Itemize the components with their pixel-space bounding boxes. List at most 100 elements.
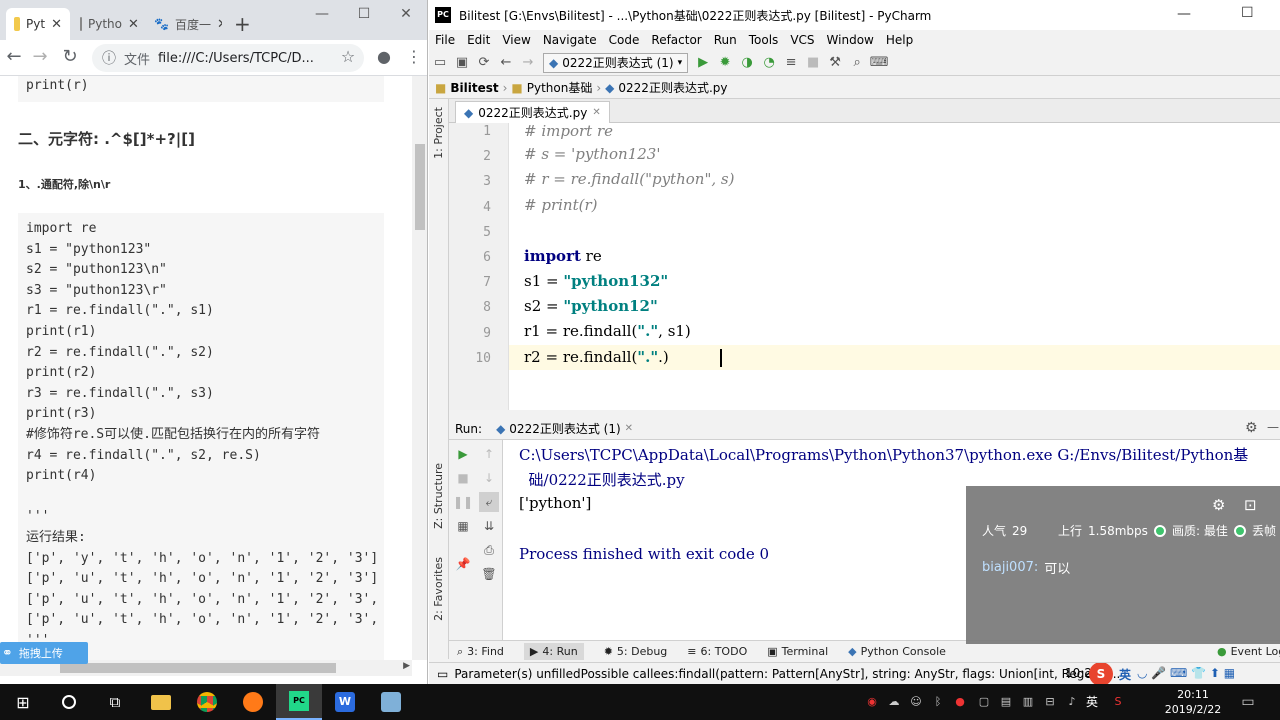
debug-icon[interactable]: ✹ — [714, 52, 736, 74]
wps-button[interactable]: W — [322, 684, 368, 720]
info-icon[interactable]: ⓘ — [102, 48, 116, 68]
soft-wrap-icon[interactable]: ⤶ — [479, 492, 499, 512]
scroll-thumb[interactable] — [415, 144, 425, 230]
search-button[interactable] — [46, 684, 92, 720]
back-icon[interactable]: ← — [495, 52, 517, 74]
save-icon[interactable]: ▣ — [451, 52, 473, 74]
gear-icon[interactable]: ⚙ — [1212, 496, 1225, 514]
caret-position[interactable]: 10:2 — [1065, 666, 1092, 680]
menu-run[interactable]: Run — [708, 30, 743, 50]
menu-code[interactable]: Code — [603, 30, 646, 50]
minimize-button[interactable]: — — [1177, 6, 1191, 22]
hide-panel-icon[interactable]: — — [1267, 420, 1279, 434]
system-clock[interactable]: 20:11 2019/2/22 — [1158, 684, 1228, 720]
maximize-button[interactable]: ☐ — [344, 6, 384, 22]
ime-tool-icons[interactable]: ◡ 🎤 ⌨ 👕 ⬆ ▦ — [1137, 666, 1235, 680]
menu-window[interactable]: Window — [821, 30, 880, 50]
weibo-icon[interactable]: ◉ — [864, 694, 880, 710]
browser-tab[interactable]: Pytho ✕ — [72, 8, 144, 40]
menu-tools[interactable]: Tools — [743, 30, 785, 50]
python-console-tab[interactable]: ◆ Python Console — [848, 645, 946, 658]
menu-help[interactable]: Help — [880, 30, 919, 50]
task-view-button[interactable]: ⧉ — [92, 684, 138, 720]
file-explorer-button[interactable] — [138, 684, 184, 720]
ime-mode[interactable]: 英 — [1119, 666, 1131, 683]
minimize-button[interactable]: — — [302, 6, 342, 22]
run-icon[interactable]: ▶ — [692, 52, 714, 74]
back-icon[interactable]: ← — [4, 48, 24, 68]
browser-tab-active[interactable]: Pyt ✕ — [6, 8, 70, 40]
run-tab[interactable]: ◆ 0222正则表达式 (1) ✕ — [490, 420, 639, 437]
ime-indicator[interactable]: 英 — [1084, 694, 1100, 710]
editor-file-tab[interactable]: ◆ 0222正则表达式.py ✕ — [455, 101, 610, 123]
close-tab-icon[interactable]: ✕ — [625, 423, 633, 434]
sogou-tray-icon[interactable]: S — [1110, 694, 1126, 710]
vertical-scrollbar[interactable] — [412, 76, 427, 660]
sogou-ime-icon[interactable]: S — [1089, 663, 1113, 684]
structure-panel-tab[interactable]: Z: Structure — [432, 463, 445, 529]
forward-icon[interactable]: → — [30, 48, 50, 68]
find-tab[interactable]: ⌕ 3: Find — [457, 645, 504, 659]
network-icon[interactable]: ⊟ — [1042, 694, 1058, 710]
event-log-tab[interactable]: ● Event Log — [1217, 645, 1280, 658]
pause-icon[interactable]: ❚❚ — [453, 492, 473, 512]
menu-view[interactable]: View — [496, 30, 536, 50]
gear-icon[interactable]: ⚙ — [1245, 420, 1258, 436]
settings-wrench-icon[interactable]: ⚒ — [824, 52, 846, 74]
people-icon[interactable]: ☺ — [908, 694, 924, 710]
run-tab[interactable]: ▶ 4: Run — [523, 643, 584, 660]
tray-app-icon[interactable]: ▤ — [998, 694, 1014, 710]
address-bar[interactable]: ⓘ 文件 file:///C:/Users/TCPC/D... — [92, 44, 364, 72]
menu-icon[interactable]: ⋮ — [404, 48, 424, 68]
layout-icon[interactable]: ▦ — [453, 516, 473, 536]
search-icon[interactable]: ⌕ — [846, 52, 868, 74]
scroll-down-icon[interactable]: ↓ — [479, 468, 499, 488]
pin-icon[interactable]: 📌 — [453, 554, 473, 574]
stop-icon[interactable]: ■ — [802, 52, 824, 74]
close-tab-icon[interactable]: ✕ — [128, 17, 139, 32]
url-text[interactable]: file:///C:/Users/TCPC/D... — [158, 51, 314, 66]
favorites-panel-tab[interactable]: 2: Favorites — [432, 557, 445, 621]
close-tab-icon[interactable]: ✕ — [51, 17, 62, 32]
rerun-icon[interactable]: ▶ — [453, 444, 473, 464]
notification-icon[interactable]: ▭ — [1240, 694, 1256, 710]
open-folder-icon[interactable]: ▭ — [429, 52, 451, 74]
translate-icon[interactable]: ⌨ — [868, 52, 890, 74]
cloud-icon[interactable]: ☁ — [886, 694, 902, 710]
scroll-up-icon[interactable]: ↑ — [479, 444, 499, 464]
new-tab-button[interactable]: + — [226, 8, 254, 40]
scroll-to-end-icon[interactable]: ⇊ — [479, 516, 499, 536]
drag-upload-button[interactable]: ⚭ 拖拽上传 — [0, 642, 88, 664]
print-icon[interactable]: ⎙ — [479, 540, 499, 560]
browser-tab[interactable]: 🐾 百度一 ✕ — [146, 8, 222, 40]
forward-icon[interactable]: → — [517, 52, 539, 74]
menu-navigate[interactable]: Navigate — [537, 30, 603, 50]
run-config-selector[interactable]: ◆ 0222正则表达式 (1) ▾ — [543, 52, 689, 73]
scroll-right-icon[interactable]: ▶ — [403, 661, 410, 671]
concurrency-icon[interactable]: ≡ — [780, 52, 802, 74]
trash-icon[interactable]: 🗑 — [479, 564, 499, 584]
menu-refactor[interactable]: Refactor — [645, 30, 707, 50]
start-button[interactable]: ⊞ — [0, 684, 46, 720]
todo-tab[interactable]: ≡ 6: TODO — [687, 645, 747, 658]
project-panel-tab[interactable]: 1: Project — [432, 107, 445, 159]
volume-icon[interactable]: ♪ — [1064, 694, 1080, 710]
maximize-button[interactable]: ☐ — [1241, 5, 1254, 21]
gift-icon[interactable]: ⊡ — [1244, 496, 1257, 514]
menu-file[interactable]: File — [429, 30, 461, 50]
coverage-icon[interactable]: ◑ — [736, 52, 758, 74]
bluetooth-icon[interactable]: ᛒ — [930, 694, 946, 710]
bookmark-star-icon[interactable]: ☆ — [338, 48, 358, 68]
menu-vcs[interactable]: VCS — [784, 30, 820, 50]
stop-icon[interactable]: ■ — [453, 468, 473, 488]
firefox-button[interactable] — [230, 684, 276, 720]
close-tab-icon[interactable]: ✕ — [217, 17, 222, 32]
reload-icon[interactable]: ↻ — [60, 48, 80, 68]
app-button[interactable] — [368, 684, 414, 720]
sync-icon[interactable]: ⟳ — [473, 52, 495, 74]
chrome-button[interactable] — [184, 684, 230, 720]
profile-icon[interactable]: ◔ — [758, 52, 780, 74]
tray-app-icon[interactable]: ▢ — [976, 694, 992, 710]
tray-app-icon[interactable]: ● — [952, 694, 968, 710]
close-tab-icon[interactable]: ✕ — [592, 107, 600, 118]
